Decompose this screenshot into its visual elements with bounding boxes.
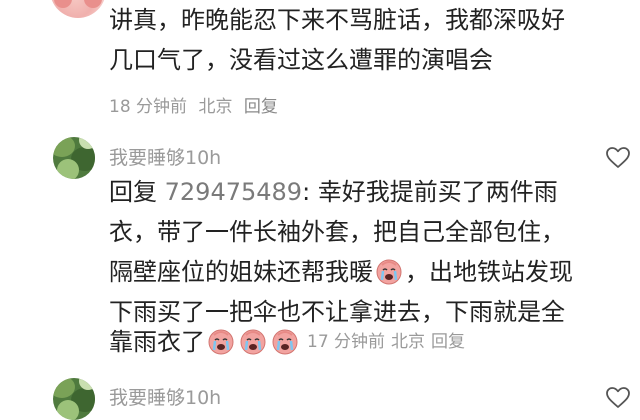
comment-time: 17 分钟前 (307, 332, 386, 352)
crying-face-emoji (238, 326, 268, 356)
avatar[interactable] (50, 0, 106, 18)
avatar[interactable] (53, 137, 95, 179)
avatar-ear-right (84, 0, 102, 8)
crying-face-emoji (270, 326, 300, 356)
reply-colon: : (302, 178, 311, 206)
comment-text-line-2: 衣，带了一件长袖外套，把自己全部包住， (109, 218, 565, 246)
avatar-leaf (57, 159, 79, 179)
crying-face-emoji (206, 326, 236, 356)
comment-location: 北京 (198, 97, 233, 117)
heart-outline-icon[interactable] (606, 146, 630, 170)
reply-prefix: 回复 (109, 178, 157, 206)
comment-username[interactable]: 我要睡够10h (109, 383, 221, 410)
comment-text-segment: 靠雨衣了 (109, 328, 205, 356)
avatar-leaf (57, 400, 79, 420)
comment-location: 北京 (391, 332, 426, 352)
comment-username[interactable]: 我要睡够10h (109, 143, 221, 170)
comment-meta: 17 分钟前 北京 回复 (307, 332, 471, 352)
avatar-ear-left (54, 0, 72, 8)
heart-outline-icon[interactable] (606, 386, 630, 410)
reply-target-link[interactable]: 729475489 (165, 178, 302, 206)
comment-text-line-3: 隔壁座位的姐妹还帮我暖 ，出地铁站发现 (109, 252, 573, 292)
reply-button[interactable]: 回复 (244, 97, 278, 117)
comment-text-segment: 隔壁座位的姐妹还帮我暖 (109, 258, 373, 286)
comment-text-line-1: 讲真，昨晚能忍下来不骂脏话，我都深吸好 (109, 6, 565, 34)
comment-time: 18 分钟前 (109, 97, 188, 117)
comment-text-segment: 幸好我提前买了两件雨 (317, 178, 558, 206)
avatar[interactable] (53, 378, 95, 420)
comment-text-line-5: 靠雨衣了 17 分钟前 北京 回复 (109, 322, 471, 362)
crying-face-emoji (374, 256, 404, 286)
reply-button[interactable]: 回复 (431, 332, 465, 352)
comment-text-segment: ，出地铁站发现 (405, 258, 573, 286)
comment-meta: 18 分钟前 北京 回复 (109, 92, 284, 117)
comment-text-line-1: 回复 729475489: 幸好我提前买了两件雨 (109, 172, 558, 212)
comment-text-line-2: 几口气了，没看过这么遭罪的演唱会 (109, 46, 493, 74)
